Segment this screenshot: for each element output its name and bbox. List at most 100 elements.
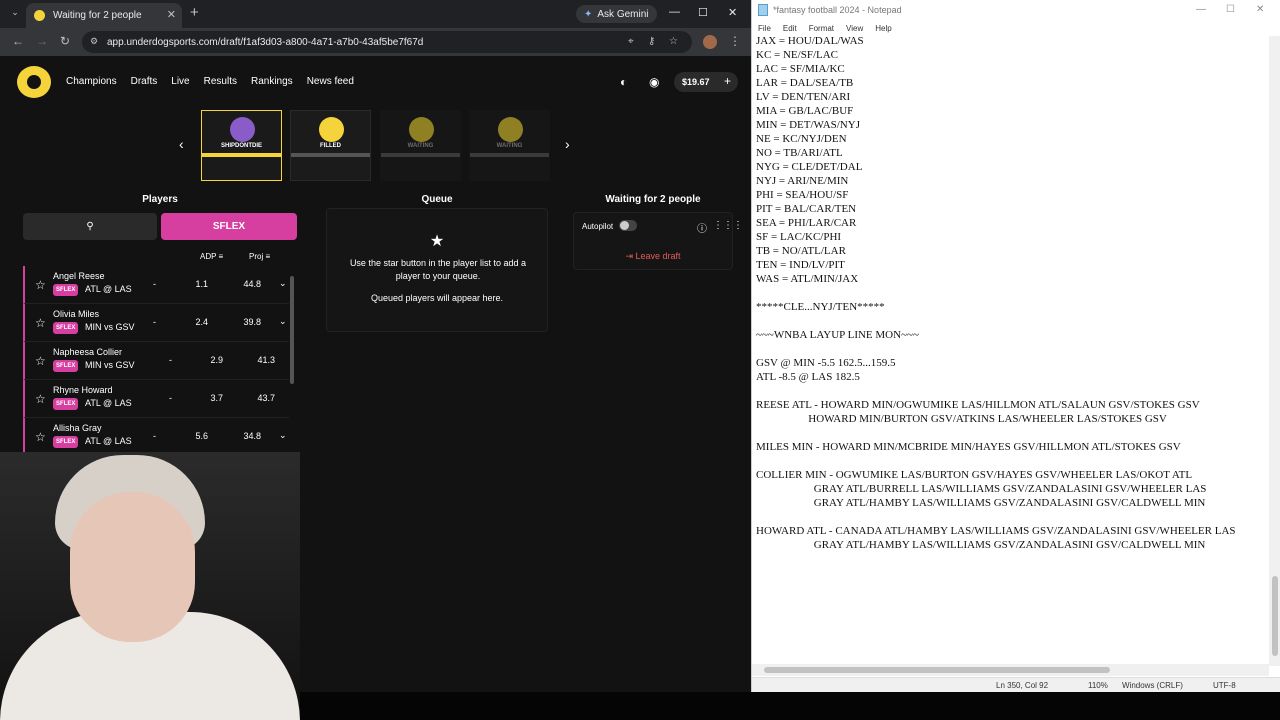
adp-value: 2.4 [195, 317, 208, 327]
notepad-line: LV = DEN/TEN/ARI [756, 91, 851, 103]
scroll-thumb[interactable] [1272, 576, 1278, 656]
matchup: ATL @ LAS [85, 436, 132, 446]
player-list-scrollbar[interactable] [290, 276, 294, 384]
nav-news-feed[interactable]: News feed [307, 76, 354, 87]
notepad-line [756, 510, 1268, 524]
ask-gemini-button[interactable]: ✦ Ask Gemini [576, 5, 657, 23]
maximize-icon[interactable]: ☐ [698, 6, 708, 19]
board-next-icon[interactable]: › [565, 136, 570, 152]
chevron-down-icon[interactable]: ⌄ [279, 316, 287, 327]
nav-results[interactable]: Results [204, 76, 237, 87]
tab-close-icon[interactable]: ✕ [167, 8, 176, 21]
proj-sort-header[interactable]: Proj ≡ [249, 252, 270, 261]
nav-champions[interactable]: Champions [66, 76, 117, 87]
site-info-icon[interactable]: ⚙ [90, 36, 100, 46]
chevron-down-icon[interactable]: ⌄ [279, 430, 287, 441]
adp-value: 1.1 [195, 279, 208, 289]
menu-file[interactable]: File [758, 24, 771, 33]
player-name: Rhyne Howard [53, 385, 113, 395]
forward-icon[interactable]: → [36, 34, 48, 48]
draft-slot-3[interactable]: WAITING [380, 110, 461, 181]
back-icon[interactable]: ← [12, 34, 24, 48]
zoom-level: 110% [1088, 681, 1108, 690]
reload-icon[interactable]: ↻ [60, 34, 70, 48]
player-row[interactable]: ☆ Rhyne Howard SFLEX ATL @ LAS - 3.7 43.7 [23, 380, 289, 418]
leave-draft-button[interactable]: ⇥ Leave draft [574, 251, 732, 262]
notepad-text-area[interactable]: JAX = HOU/DAL/WAS KC = NE/SF/LAC LAC = SF/… [756, 34, 1268, 664]
player-row[interactable]: ☆ Olivia Miles SFLEX MIN vs GSV - 2.4 39.8 ⌄ [23, 304, 289, 342]
notepad-vertical-scrollbar[interactable] [1269, 36, 1280, 666]
minimize-icon[interactable]: — [1196, 4, 1206, 15]
adp-value: 3.7 [210, 393, 223, 403]
notepad-horizontal-scrollbar[interactable] [752, 664, 1269, 676]
sflex-filter-button[interactable]: SFLEX [161, 213, 297, 240]
draft-slot-1[interactable]: SHIPDONTDIE [201, 110, 282, 181]
star-icon[interactable]: ☆ [35, 392, 46, 406]
new-tab-icon[interactable]: + [190, 4, 199, 21]
nav-live[interactable]: Live [171, 76, 189, 87]
menu-help[interactable]: Help [875, 24, 891, 33]
tab-search-button[interactable]: ⌄ [8, 7, 22, 21]
notepad-title-bar: *fantasy football 2024 - Notepad — ☐ ✕ [752, 0, 1280, 20]
notepad-status-bar: Ln 350, Col 92 110% Windows (CRLF) UTF-8 [752, 677, 1280, 692]
profile-avatar-icon[interactable] [703, 35, 717, 49]
nav-drafts[interactable]: Drafts [131, 76, 158, 87]
info-icon[interactable]: ⓘ [697, 220, 707, 235]
close-window-icon[interactable]: ✕ [1256, 4, 1264, 15]
underdog-logo-icon[interactable] [17, 66, 51, 98]
slot-label: SHIPDONTDIE [220, 143, 262, 149]
bookmark-star-icon[interactable]: ☆ [669, 36, 678, 47]
close-window-icon[interactable]: ✕ [728, 6, 737, 19]
matchup: MIN vs GSV [85, 360, 135, 370]
tab-title: Waiting for 2 people [53, 10, 142, 21]
ask-gemini-label: Ask Gemini [597, 8, 649, 20]
player-row[interactable]: ☆ Allisha Gray SFLEX ATL @ LAS - 5.6 34.8 ⌄ [23, 418, 289, 456]
notepad-line: HOWARD MIN/BURTON GSV/ATKINS LAS/WHEELER… [756, 413, 1167, 425]
notepad-line: PIT = BAL/CAR/TEN [756, 203, 857, 215]
player-search-button[interactable]: ⚲ [23, 213, 157, 240]
player-row[interactable]: ☆ Angel Reese SFLEX ATL @ LAS - 1.1 44.8 ⌄ [23, 266, 289, 304]
slot-status-bar [381, 153, 460, 157]
theme-toggle-icon[interactable]: ◐ [620, 75, 627, 89]
chevron-down-icon[interactable]: ⌄ [279, 278, 287, 289]
team-dash: - [169, 393, 172, 403]
player-row[interactable]: ☆ Napheesa Collier SFLEX MIN vs GSV - 2.9 41.3 [23, 342, 289, 380]
board-prev-icon[interactable]: ‹ [179, 136, 184, 152]
nav-rankings[interactable]: Rankings [251, 76, 293, 87]
adp-sort-header[interactable]: ADP ≡ [200, 252, 223, 261]
notepad-line: PHI = SEA/HOU/SF [756, 189, 849, 201]
menu-format[interactable]: Format [809, 24, 834, 33]
position-badge: SFLEX [53, 436, 79, 448]
browser-menu-icon[interactable]: ⋮ [729, 34, 741, 48]
menu-edit[interactable]: Edit [783, 24, 797, 33]
player-name: Angel Reese [53, 271, 105, 281]
notepad-line: SF = LAC/KC/PHI [756, 231, 842, 243]
browser-tab[interactable]: Waiting for 2 people ✕ [26, 3, 182, 28]
queue-star-icon: ★ [429, 233, 445, 250]
star-icon[interactable]: ☆ [35, 316, 46, 330]
adp-value: 2.9 [210, 355, 223, 365]
grid-icon[interactable]: ⋮⋮⋮ [713, 220, 743, 231]
draft-slot-2[interactable]: FILLED [290, 110, 371, 181]
minimize-icon[interactable]: — [669, 6, 680, 18]
notepad-line: NO = TB/ARI/ATL [756, 147, 843, 159]
proj-value: 43.7 [257, 393, 275, 403]
star-icon[interactable]: ☆ [35, 354, 46, 368]
star-icon[interactable]: ☆ [35, 278, 46, 292]
star-icon[interactable]: ☆ [35, 430, 46, 444]
slot-status-bar [202, 153, 281, 157]
url-field[interactable]: ⚙ app.underdogsports.com/draft/f1af3d03-… [82, 31, 692, 53]
notepad-line [756, 314, 1268, 328]
balance-button[interactable]: $19.67 + [674, 72, 738, 92]
maximize-icon[interactable]: ☐ [1226, 4, 1235, 15]
scroll-thumb[interactable] [764, 667, 1110, 673]
location-icon[interactable]: ⌖ [628, 36, 634, 47]
cursor-position: Ln 350, Col 92 [996, 681, 1049, 690]
user-avatar [409, 117, 434, 142]
account-icon[interactable]: ◉ [649, 75, 659, 89]
autopilot-toggle[interactable] [619, 220, 637, 231]
password-key-icon[interactable]: ⚷ [648, 36, 655, 47]
add-funds-icon[interactable]: + [724, 74, 731, 88]
draft-slot-4[interactable]: WAITING [469, 110, 550, 181]
menu-view[interactable]: View [846, 24, 863, 33]
